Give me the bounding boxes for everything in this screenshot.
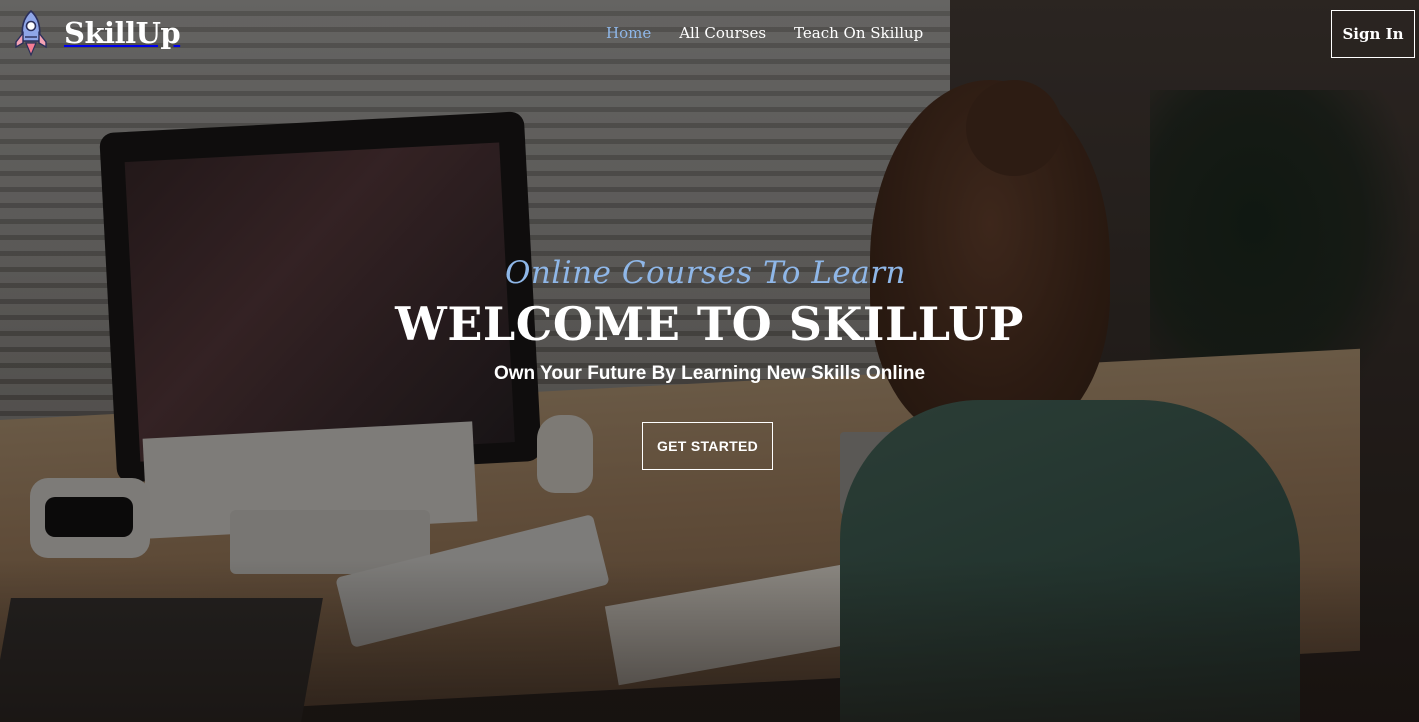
sign-in-button[interactable]: Sign In bbox=[1331, 10, 1415, 58]
hero-subheadline: Own Your Future By Learning New Skills O… bbox=[493, 363, 926, 384]
hero-headline: WELCOME TO SKILLUP bbox=[395, 297, 1024, 351]
main-nav: Home All Courses Teach On Skillup bbox=[606, 24, 923, 42]
brand-link[interactable]: SkillUp bbox=[12, 9, 181, 57]
hero-content: Online Courses To Learn WELCOME TO SKILL… bbox=[0, 255, 1419, 470]
nav-all-courses[interactable]: All Courses bbox=[679, 24, 766, 42]
nav-home[interactable]: Home bbox=[606, 24, 651, 42]
nav-teach-on-skillup[interactable]: Teach On Skillup bbox=[794, 24, 923, 42]
rocket-icon bbox=[15, 9, 47, 57]
site-header: SkillUp Home All Courses Teach On Skillu… bbox=[0, 0, 1419, 68]
get-started-button[interactable]: GET STARTED bbox=[642, 422, 773, 470]
hero-tagline: Online Courses To Learn bbox=[504, 255, 907, 291]
brand-name: SkillUp bbox=[64, 16, 181, 50]
